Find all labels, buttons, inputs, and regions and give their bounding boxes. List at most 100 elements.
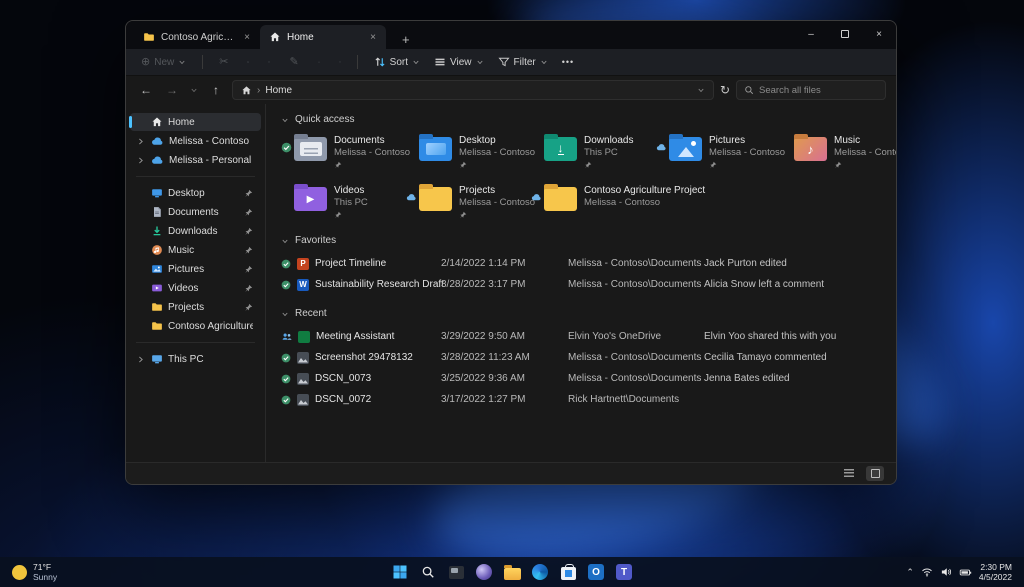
sidebar-item-downloads[interactable]: Downloads (130, 222, 261, 240)
battery-icon[interactable] (959, 566, 972, 579)
chevron-down-icon (178, 58, 186, 66)
sync-check-icon (281, 259, 291, 269)
sidebar-item-music[interactable]: Music (130, 241, 261, 259)
address-dropdown-chevron[interactable] (697, 86, 705, 94)
section-header-recent[interactable]: Recent (281, 308, 896, 319)
tab-contoso-agriculture-project[interactable]: Contoso Agriculture Project × (134, 25, 260, 49)
image-file-icon (297, 373, 309, 385)
file-row-meeting-assistant[interactable]: Meeting Assistant 3/29/2022 9:50 AM Elvi… (281, 327, 896, 346)
sort-button[interactable]: Sort (369, 53, 425, 71)
volume-icon[interactable] (940, 566, 952, 578)
sidebar-item-melissa-contoso[interactable]: Melissa - Contoso (130, 132, 261, 150)
teams-icon: T (616, 564, 632, 580)
tile-downloads[interactable]: ↓ Downloads This PC (531, 133, 656, 171)
sidebar-item-projects[interactable]: Projects (130, 298, 261, 316)
maximize-button[interactable] (828, 21, 862, 47)
tile-desktop[interactable]: Desktop Melissa - Contoso (406, 133, 531, 171)
tile-location: This PC (334, 197, 368, 209)
search-input[interactable] (759, 85, 869, 96)
sort-button-label: Sort (390, 57, 408, 68)
paste-button[interactable] (263, 56, 275, 68)
chevron-right-icon[interactable] (136, 355, 146, 364)
teams-button[interactable]: T (615, 563, 634, 582)
sidebar-item-melissa-personal[interactable]: Melissa - Personal (130, 151, 261, 169)
wifi-icon[interactable] (921, 566, 933, 578)
delete-button[interactable] (334, 56, 346, 68)
rename-button[interactable]: ✎ (284, 54, 303, 71)
file-explorer-button[interactable] (503, 563, 522, 582)
close-button[interactable]: × (862, 21, 896, 47)
sidebar-item-documents[interactable]: Documents (130, 203, 261, 221)
task-view-button[interactable] (447, 563, 466, 582)
tile-music[interactable]: ♪ Music Melissa - Contoso (781, 133, 896, 171)
sidebar-item-label: Projects (168, 302, 239, 313)
tile-pictures[interactable]: Pictures Melissa - Contoso (656, 133, 781, 171)
breadcrumb-item-home[interactable]: Home (265, 85, 292, 96)
sidebar-item-desktop[interactable]: Desktop (130, 184, 261, 202)
refresh-button[interactable]: ↻ (720, 83, 730, 97)
tile-documents[interactable]: Documents Melissa - Contoso (281, 133, 406, 171)
close-tab-icon[interactable]: × (367, 32, 379, 43)
sort-icon (374, 56, 386, 68)
chat-button[interactable] (475, 563, 494, 582)
sidebar-item-contoso-agriculture-project[interactable]: Contoso Agriculture Project (130, 317, 261, 335)
file-row-project-timeline[interactable]: P Project Timeline 2/14/2022 1:14 PM Mel… (281, 254, 896, 273)
sidebar-item-this-pc[interactable]: This PC (130, 350, 261, 368)
tab-home[interactable]: Home × (260, 25, 386, 49)
chevron-right-icon[interactable] (136, 137, 146, 146)
tile-projects[interactable]: Projects Melissa - Contoso (406, 183, 531, 221)
file-row-screenshot-29478132[interactable]: Screenshot 29478132 3/28/2022 11:23 AM M… (281, 348, 896, 367)
new-tab-button[interactable]: + (396, 30, 416, 49)
file-explorer-icon (504, 568, 521, 580)
new-button[interactable]: ⊕ New (136, 54, 191, 71)
forward-button[interactable]: → (162, 83, 182, 97)
copy-button[interactable] (242, 56, 254, 68)
file-name: Sustainability Research Draft (315, 279, 444, 290)
see-more-button[interactable]: ••• (557, 54, 579, 70)
search-box[interactable] (736, 80, 886, 100)
clock[interactable]: 2:30 PM 4/5/2022 (979, 562, 1012, 582)
pin-icon (244, 208, 253, 217)
tile-videos[interactable]: ▶ Videos This PC (281, 183, 406, 221)
edge-icon (532, 564, 548, 580)
sync-check-icon (281, 353, 291, 363)
minimize-button[interactable]: – (794, 21, 828, 47)
edge-button[interactable] (531, 563, 550, 582)
details-view-button[interactable] (840, 466, 858, 481)
widgets-weather-button[interactable]: 71°F Sunny (0, 562, 230, 582)
file-location: Melissa - Contoso\Documents (568, 279, 704, 290)
show-hidden-icons-chevron[interactable]: ⌃ (906, 567, 914, 578)
filter-button[interactable]: Filter (493, 53, 553, 71)
up-button[interactable]: ↑ (206, 83, 226, 97)
chevron-right-icon[interactable] (136, 156, 146, 165)
microsoft-store-button[interactable] (559, 563, 578, 582)
search-button[interactable] (419, 563, 438, 582)
section-header-favorites[interactable]: Favorites (281, 235, 896, 246)
sidebar-item-pictures[interactable]: Pictures (130, 260, 261, 278)
outlook-button[interactable]: O (587, 563, 606, 582)
start-button[interactable] (391, 563, 410, 582)
back-button[interactable]: ← (136, 83, 156, 97)
tile-contoso-agriculture-project[interactable]: Contoso Agriculture Project Melissa - Co… (531, 183, 656, 221)
close-tab-icon[interactable]: × (241, 32, 253, 43)
share-button[interactable] (313, 56, 325, 68)
window-controls: – × (794, 21, 896, 47)
section-header-quick-access[interactable]: Quick access (281, 114, 896, 125)
pin-icon (244, 284, 253, 293)
large-thumbnails-view-button[interactable] (866, 466, 884, 481)
file-activity: Elvin Yoo shared this with you (704, 331, 896, 342)
tile-name: Music (834, 135, 896, 147)
tile-name: Videos (334, 185, 368, 197)
sidebar-item-home[interactable]: Home (130, 113, 261, 131)
sync-check-icon (281, 142, 292, 153)
breadcrumb[interactable]: › Home (232, 80, 714, 100)
file-row-dscn-0073[interactable]: DSCN_0073 3/25/2022 9:36 AM Melissa - Co… (281, 369, 896, 388)
sidebar-item-videos[interactable]: Videos (130, 279, 261, 297)
downloads-folder-icon: ↓ (544, 137, 577, 161)
cut-button[interactable]: ✂ (214, 54, 233, 71)
view-button[interactable]: View (429, 53, 489, 71)
recent-locations-chevron[interactable] (188, 86, 200, 94)
file-row-sustainability-research-draft[interactable]: W Sustainability Research Draft 3/28/202… (281, 275, 896, 294)
cloud-status-icon (656, 142, 667, 153)
file-row-dscn-0072[interactable]: DSCN_0072 3/17/2022 1:27 PM Rick Hartnet… (281, 390, 896, 409)
